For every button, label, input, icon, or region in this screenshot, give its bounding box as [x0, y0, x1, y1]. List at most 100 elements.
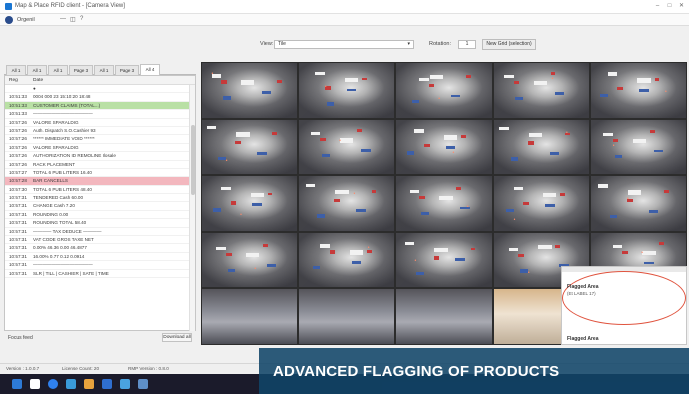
- store-icon[interactable]: [120, 379, 130, 389]
- camera-tile[interactable]: •: [202, 119, 298, 175]
- journal-row[interactable]: 10:57:31 SLR | TILL | CASHIER | SATE | TI…: [5, 270, 195, 278]
- journal-row[interactable]: 10:57:26 ****** IMMEDIATE VOID ******: [5, 135, 195, 144]
- column-header-date[interactable]: Date: [33, 78, 43, 83]
- camera-tile[interactable]: •: [299, 176, 395, 231]
- camera-scene-object: [543, 193, 557, 198]
- camera-scene-object: [607, 72, 618, 76]
- camera-tile[interactable]: •: [493, 63, 589, 118]
- camera-tile[interactable]: •: [396, 63, 492, 118]
- camera-scene-object: [335, 189, 349, 195]
- journal-row[interactable]: 10:57:26 AUTHORIZATION ID REMOLINE Ilosal…: [5, 152, 195, 161]
- camera-tile[interactable]: •: [493, 119, 589, 175]
- camera-scene-object: [523, 201, 529, 206]
- view-select[interactable]: Tile ▾: [274, 40, 414, 49]
- camera-scene-object: [230, 201, 237, 205]
- tab-2[interactable]: All 1: [27, 65, 47, 75]
- journal-row[interactable]: 10:57:26 VALORE SPARALDIG: [5, 119, 195, 127]
- tab-7[interactable]: All 4: [140, 64, 160, 75]
- column-header-reg[interactable]: Reg: [9, 78, 18, 83]
- search-icon[interactable]: [30, 379, 40, 389]
- camera-tile[interactable]: •: [590, 63, 686, 118]
- camera-tile[interactable]: •: [202, 176, 298, 231]
- journal-row[interactable]: 10:51:33 0004 000 23 15:10:20 18:48: [5, 93, 195, 102]
- journal-row[interactable]: 10:57:31 CHANGE Cash 7.20: [5, 202, 195, 211]
- camera-tile[interactable]: •: [396, 176, 492, 231]
- view-toolbar: View: Tile ▾ Rotation: 1 New Grid (selec…: [200, 38, 689, 52]
- camera-scene-object: [262, 244, 268, 247]
- journal-row[interactable]: 10:57:26 RACK PLACEMENT: [5, 161, 195, 169]
- app-icon: [5, 3, 12, 10]
- journal-row[interactable]: 10:51:33 CUSTOMER CLAIMS (TOTAL...): [5, 101, 195, 111]
- minimize-button[interactable]: –: [652, 2, 663, 11]
- camera-tile[interactable]: •: [299, 119, 395, 175]
- rotation-stepper[interactable]: 1: [458, 40, 476, 49]
- menu-item-layout[interactable]: ◫: [70, 16, 76, 23]
- focus-feed-toggle[interactable]: Focus feed: [8, 335, 33, 341]
- browser-icon[interactable]: [48, 379, 58, 389]
- scrollbar-thumb[interactable]: [191, 125, 195, 195]
- camera-tile[interactable]: •: [202, 63, 298, 118]
- menu-item-help[interactable]: ?: [80, 16, 83, 22]
- camera-scene-object: [504, 75, 514, 79]
- journal-row-text: 0004 000 23 15:10:20 18:48: [33, 94, 91, 100]
- folder-icon[interactable]: [84, 379, 94, 389]
- camera-tile[interactable]: •: [396, 232, 492, 288]
- journal-row[interactable]: 10:57:31 0.00% 46.36 0.00 46.4877: [5, 244, 195, 253]
- new-grid-button[interactable]: New Grid (selection): [482, 39, 536, 50]
- journal-row[interactable]: 10:57:30 TOTAL 6 PUB LITERS 48.40: [5, 186, 195, 195]
- promo-banner-text: ADVANCED FLAGGING OF PRODUCTS: [273, 363, 560, 380]
- camera-tile[interactable]: •: [493, 176, 589, 231]
- settings-icon[interactable]: [66, 379, 76, 389]
- journal-row[interactable]: 10:57:26 VALORE SPARALDIG: [5, 144, 195, 153]
- journal-row[interactable]: 10:51:33 —————————————: [5, 110, 195, 119]
- tab-3[interactable]: All 1: [48, 65, 68, 75]
- tab-4[interactable]: Page 3: [69, 65, 93, 75]
- camera-tile[interactable]: •: [590, 119, 686, 175]
- camera-scene-object: [520, 269, 528, 273]
- journal-row-time: 10:57:31: [9, 211, 27, 217]
- camera-tile[interactable]: •: [396, 119, 492, 175]
- camera-tile[interactable]: [202, 289, 298, 344]
- camera-tile[interactable]: •: [299, 232, 395, 288]
- journal-row-time: 10:51:33: [9, 102, 27, 108]
- license-text: License Count: 20: [62, 365, 100, 371]
- journal-row[interactable]: 10:57:31 ROUNDING 0.00: [5, 211, 195, 220]
- mail-icon[interactable]: [102, 379, 112, 389]
- journal-row[interactable]: 10:57:28 BAR CANCELLS: [5, 177, 195, 186]
- camera-scene-object: [305, 183, 316, 188]
- detection-marker: •: [353, 191, 356, 198]
- tab-5[interactable]: All 1: [94, 65, 114, 75]
- journal-row[interactable]: 10:57:27 TOTAL 6 PUB LITERS 16.40: [5, 169, 195, 178]
- journal-row[interactable]: 10:57:31 ROUNDING TOTAL 58.40: [5, 219, 195, 228]
- start-icon[interactable]: [12, 379, 22, 389]
- journal-row[interactable]: 10:57:31 ———— TAX DEDUCE ————: [5, 228, 195, 237]
- flagged-area-subtitle: (Et LABEL 17): [567, 291, 596, 296]
- menu-item-minimize[interactable]: —: [60, 16, 66, 22]
- journal-row[interactable]: 10:57:31 TENDERED Cash 60.00: [5, 194, 195, 203]
- camera-tile[interactable]: [299, 289, 395, 344]
- journal-row[interactable]: 10:57:31 —————————————: [5, 261, 195, 270]
- camera-tile[interactable]: •: [590, 176, 686, 231]
- journal-row[interactable]: 10:57:31 VAT CODE GROS TAXE NET: [5, 236, 195, 245]
- user-menu[interactable]: Orgenil: [17, 17, 35, 23]
- camera-tile[interactable]: [396, 289, 492, 344]
- journal-row[interactable]: 10:57:26 Auth. Dispatch S.O.Cashier 93: [5, 127, 195, 136]
- app-icon-pinned[interactable]: [138, 379, 148, 389]
- journal-scrollbar[interactable]: [189, 85, 195, 331]
- camera-scene-object: [406, 151, 415, 155]
- journal-row[interactable]: ●: [5, 85, 195, 94]
- camera-scene-object: [221, 186, 231, 190]
- camera-scene-object: [340, 138, 354, 143]
- detection-marker: •: [665, 88, 667, 95]
- maximize-button[interactable]: □: [664, 2, 675, 11]
- journal-row[interactable]: 10:57:31 16.00% 0.77 0.12 0.0914: [5, 253, 195, 262]
- camera-tile[interactable]: •: [202, 232, 298, 288]
- download-all-button[interactable]: Download all: [162, 333, 192, 342]
- tab-6[interactable]: Page 3: [115, 65, 139, 75]
- camera-scene-object: [261, 91, 272, 95]
- journal-row-text: CHANGE Cash 7.20: [33, 203, 75, 209]
- close-button[interactable]: ✕: [676, 2, 687, 11]
- tab-1[interactable]: All 1: [6, 65, 26, 75]
- camera-scene-object: [423, 144, 430, 148]
- camera-tile[interactable]: •: [299, 63, 395, 118]
